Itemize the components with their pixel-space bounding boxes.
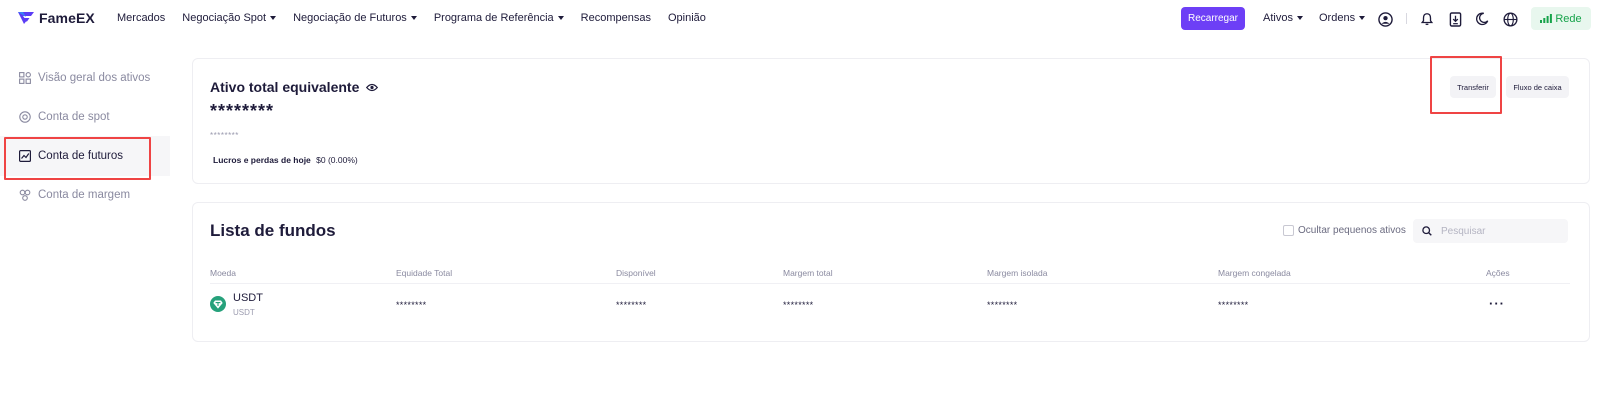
cell-isolated-margin: ********: [987, 300, 1018, 310]
today-pnl-value: $0 (0.00%): [316, 155, 358, 165]
nav-referral-program[interactable]: Programa de Referência: [434, 12, 564, 24]
usdt-coin-icon: [210, 296, 226, 312]
table-header-divider: [210, 283, 1570, 284]
caret-down-icon: [1359, 16, 1366, 20]
recharge-button[interactable]: Recarregar: [1181, 7, 1245, 30]
cell-total-margin: ********: [783, 300, 814, 310]
nav-referral-label: Programa de Referência: [433, 12, 554, 24]
hide-small-assets-toggle[interactable]: Ocultar pequenos ativos: [1283, 225, 1406, 236]
checkbox[interactable]: [1283, 225, 1294, 236]
network-status-button[interactable]: Rede: [1531, 7, 1591, 30]
caret-down-icon: [270, 16, 277, 20]
cell-total-equity: ********: [396, 300, 427, 310]
funds-list-title: Lista de fundos: [210, 221, 336, 240]
nav-markets[interactable]: Mercados: [117, 12, 165, 24]
eye-icon[interactable]: [366, 83, 379, 92]
more-actions-icon[interactable]: ···: [1489, 296, 1505, 311]
network-label: Rede: [1555, 12, 1582, 25]
sidebar-item-spot-account[interactable]: Conta de spot: [0, 97, 170, 137]
main-nav: Mercados Negociação Spot Negociação de F…: [117, 12, 706, 24]
nav-markets-label: Mercados: [117, 12, 166, 24]
target-icon: [19, 111, 31, 123]
nav-futures-trading[interactable]: Negociação de Futuros: [293, 12, 417, 24]
assets-label: Ativos: [1263, 12, 1293, 24]
hide-small-assets-label: Ocultar pequenos ativos: [1298, 225, 1406, 236]
sidebar-item-label: Conta de margem: [38, 189, 131, 201]
fameex-logo-icon: [18, 12, 34, 24]
orders-dropdown[interactable]: Ordens: [1319, 12, 1366, 24]
caret-down-icon: [557, 16, 564, 20]
total-assets-title-text: Ativo total equivalente: [210, 79, 360, 95]
header-divider: [1406, 13, 1407, 24]
assets-dropdown[interactable]: Ativos: [1263, 12, 1303, 24]
nav-futures-trading-label: Negociação de Futuros: [293, 12, 407, 24]
coin-name: USDT: [233, 292, 263, 304]
people-icon: [19, 189, 31, 201]
nav-rewards[interactable]: Recompensas: [581, 12, 651, 24]
column-header-total-equity: Equidade Total: [396, 268, 453, 278]
total-assets-value: ********: [210, 101, 275, 121]
user-icon[interactable]: [1377, 11, 1393, 27]
search-input[interactable]: [1441, 225, 1561, 237]
search-icon: [1422, 226, 1432, 236]
nav-feedback-label: Opinião: [667, 12, 706, 24]
brand-logo[interactable]: FameEX: [17, 9, 95, 27]
column-header-frozen-margin: Margem congelada: [1218, 268, 1291, 278]
highlight-box-transfer: [1430, 56, 1502, 114]
sidebar-item-margin-account[interactable]: Conta de margem: [0, 175, 170, 215]
sidebar-item-assets-overview[interactable]: Visão geral dos ativos: [0, 58, 170, 98]
search-box[interactable]: [1413, 219, 1568, 243]
total-assets-card: [192, 58, 1590, 184]
column-header-available: Disponível: [616, 268, 656, 278]
nav-feedback[interactable]: Opinião: [668, 12, 706, 24]
nav-spot-trading[interactable]: Negociação Spot: [182, 12, 277, 24]
download-icon[interactable]: [1447, 11, 1463, 27]
orders-label: Ordens: [1319, 12, 1356, 24]
today-pnl-label: Lucros e perdas de hoje: [213, 155, 311, 165]
coin-subname: USDT: [233, 308, 255, 317]
highlight-box-futures: [4, 137, 151, 180]
bell-icon[interactable]: [1419, 11, 1435, 27]
nav-rewards-label: Recompensas: [580, 12, 651, 24]
column-header-actions: Ações: [1486, 268, 1510, 278]
caret-down-icon: [410, 16, 417, 20]
cash-flow-button[interactable]: Fluxo de caixa: [1506, 76, 1569, 98]
sidebar-item-label: Visão geral dos ativos: [38, 72, 151, 84]
top-navigation-bar: FameEX Mercados Negociação Spot Negociaç…: [0, 0, 1600, 38]
sidebar-item-label: Conta de spot: [38, 111, 110, 123]
nav-spot-trading-label: Negociação Spot: [182, 12, 267, 24]
brand-name: FameEX: [39, 10, 95, 26]
grid-icon: [19, 72, 31, 84]
column-header-total-margin: Margem total: [783, 268, 833, 278]
column-header-isolated-margin: Margem isolada: [987, 268, 1048, 278]
moon-icon[interactable]: [1474, 11, 1490, 27]
total-assets-fiat-value: ********: [210, 131, 239, 140]
cell-frozen-margin: ********: [1218, 300, 1249, 310]
signal-icon: [1540, 14, 1553, 23]
today-pnl: Lucros e perdas de hoje $0 (0.00%): [213, 155, 358, 165]
column-header-coin: Moeda: [210, 268, 236, 278]
cell-available: ********: [616, 300, 647, 310]
globe-icon[interactable]: [1502, 11, 1518, 27]
caret-down-icon: [1296, 16, 1303, 20]
total-assets-title: Ativo total equivalente: [210, 79, 379, 95]
